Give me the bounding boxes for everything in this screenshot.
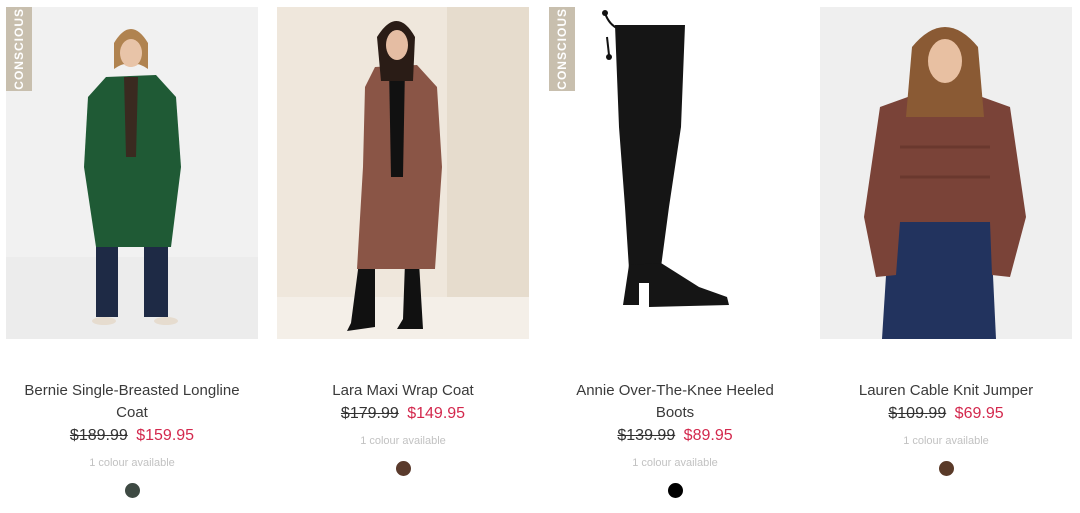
colours-available: 1 colour available: [903, 435, 989, 447]
product-card[interactable]: CONSCIOUS Annie Over-The-Knee Heeled Boo…: [549, 7, 801, 498]
price-row: $179.99 $149.95: [277, 403, 529, 425]
product-image[interactable]: [277, 7, 529, 339]
product-card[interactable]: Lara Maxi Wrap Coat $179.99 $149.95 1 co…: [277, 7, 529, 476]
product-title[interactable]: Bernie Single-Breasted Longline Coat: [6, 380, 258, 424]
brown-coat-photo: [277, 7, 529, 339]
original-price: $109.99: [888, 405, 947, 422]
green-coat-photo: [6, 7, 258, 339]
sale-price: $159.95: [136, 427, 195, 444]
knit-jumper-photo: [820, 7, 1072, 339]
product-title[interactable]: Lauren Cable Knit Jumper: [820, 380, 1072, 402]
colour-swatch[interactable]: [124, 483, 140, 498]
conscious-badge: CONSCIOUS: [549, 7, 575, 91]
price-row: $189.99 $159.95: [6, 425, 258, 447]
colour-swatch[interactable]: [938, 461, 954, 476]
product-title[interactable]: Annie Over-The-Knee Heeled Boots: [549, 380, 801, 424]
product-image[interactable]: CONSCIOUS: [549, 7, 801, 339]
colour-swatch[interactable]: [395, 461, 411, 476]
product-image[interactable]: [820, 7, 1072, 339]
product-title[interactable]: Lara Maxi Wrap Coat: [277, 380, 529, 402]
product-image[interactable]: CONSCIOUS: [6, 7, 258, 339]
sale-price: $89.95: [683, 427, 733, 444]
original-price: $139.99: [617, 427, 676, 444]
colour-swatch[interactable]: [667, 483, 683, 498]
sale-price: $149.95: [407, 405, 466, 422]
price-row: $139.99 $89.95: [549, 425, 801, 447]
colours-available: 1 colour available: [89, 457, 175, 469]
price-row: $109.99 $69.95: [820, 403, 1072, 425]
original-price: $189.99: [69, 427, 128, 444]
product-card[interactable]: CONSCIOUS Bernie Single-Breasted Longlin…: [6, 7, 258, 498]
sale-price: $69.95: [954, 405, 1004, 422]
product-card[interactable]: Lauren Cable Knit Jumper $109.99 $69.95 …: [820, 7, 1072, 476]
colours-available: 1 colour available: [632, 457, 718, 469]
black-boot-photo: [549, 7, 801, 339]
colours-available: 1 colour available: [360, 435, 446, 447]
original-price: $179.99: [340, 405, 399, 422]
product-grid: CONSCIOUS Bernie Single-Breasted Longlin…: [0, 0, 1080, 513]
conscious-badge: CONSCIOUS: [6, 7, 32, 91]
